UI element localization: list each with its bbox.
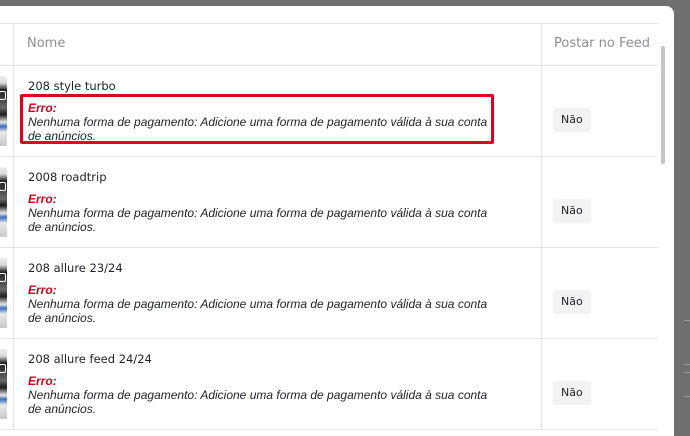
ad-thumbnail-cell <box>0 339 14 429</box>
ad-name: 208 allure 23/24 <box>28 261 123 275</box>
error-message: Nenhuma forma de pagamento: Adicione uma… <box>28 388 488 416</box>
error-block: Erro: Nenhuma forma de pagamento: Adicio… <box>28 192 541 234</box>
background-page-edge <box>674 0 690 433</box>
ad-name-cell: 208 allure feed 24/24 Erro: Nenhuma form… <box>14 339 542 429</box>
scrollbar-thumb[interactable] <box>661 46 665 164</box>
error-block: Erro: Nenhuma forma de pagamento: Adicio… <box>28 374 541 416</box>
header-thumbnail-column <box>0 24 14 65</box>
ad-name-cell: 2008 roadtrip Erro: Nenhuma forma de pag… <box>14 157 542 247</box>
ads-dialog: Nome Postar no Feed 208 style turbo Erro… <box>0 6 674 436</box>
error-message: Nenhuma forma de pagamento: Adicione uma… <box>28 115 488 143</box>
error-label: Erro: <box>28 101 57 115</box>
post-to-feed-cell: Não <box>542 66 658 156</box>
ad-name: 2008 roadtrip <box>28 170 107 184</box>
post-to-feed-toggle[interactable]: Não <box>553 381 591 405</box>
post-to-feed-cell: Não <box>542 248 658 338</box>
ad-name: 208 style turbo <box>28 79 116 93</box>
post-to-feed-cell: Não <box>542 157 658 247</box>
error-label: Erro: <box>28 192 57 206</box>
header-name: Nome <box>14 24 542 65</box>
ad-thumbnail-image <box>0 349 7 419</box>
ad-name-cell: 208 style turbo Erro: Nenhuma forma de p… <box>14 66 542 156</box>
ad-thumbnail-image <box>0 258 7 328</box>
post-to-feed-toggle[interactable]: Não <box>553 108 591 132</box>
table-row: 208 allure 23/24 Erro: Nenhuma forma de … <box>0 248 658 339</box>
error-label: Erro: <box>28 374 57 388</box>
table-row: 208 style turbo Erro: Nenhuma forma de p… <box>0 66 658 157</box>
post-to-feed-cell: Não <box>542 339 658 429</box>
error-block: Erro: Nenhuma forma de pagamento: Adicio… <box>28 283 541 325</box>
ad-name-cell: 208 allure 23/24 Erro: Nenhuma forma de … <box>14 248 542 338</box>
table-body: 208 style turbo Erro: Nenhuma forma de p… <box>0 66 658 430</box>
ad-thumbnail-cell <box>0 66 14 156</box>
error-message: Nenhuma forma de pagamento: Adicione uma… <box>28 206 488 234</box>
error-block: Erro: Nenhuma forma de pagamento: Adicio… <box>28 101 541 143</box>
ads-table: Nome Postar no Feed 208 style turbo Erro… <box>0 23 658 436</box>
table-row: 208 allure feed 24/24 Erro: Nenhuma form… <box>0 339 658 430</box>
table-row: 2008 roadtrip Erro: Nenhuma forma de pag… <box>0 157 658 248</box>
error-label: Erro: <box>28 283 57 297</box>
ad-thumbnail-cell <box>0 157 14 247</box>
ad-thumbnail-cell <box>0 248 14 338</box>
post-to-feed-toggle[interactable]: Não <box>553 290 591 314</box>
ad-name: 208 allure feed 24/24 <box>28 352 152 366</box>
ad-thumbnail-image <box>0 76 7 146</box>
error-message: Nenhuma forma de pagamento: Adicione uma… <box>28 297 488 325</box>
ad-thumbnail-image <box>0 167 7 237</box>
table-header: Nome Postar no Feed <box>0 24 658 66</box>
header-post-to-feed: Postar no Feed <box>554 36 650 51</box>
post-to-feed-toggle[interactable]: Não <box>553 199 591 223</box>
